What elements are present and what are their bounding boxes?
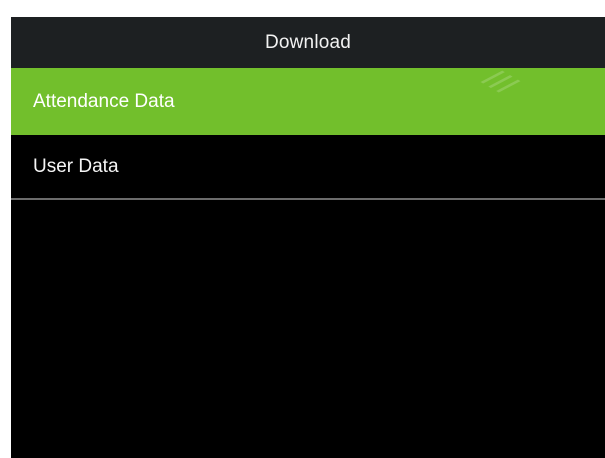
title-bar: Download: [11, 17, 605, 68]
menu-item-user-data[interactable]: User Data: [11, 135, 605, 200]
menu-item-attendance-data[interactable]: Attendance Data: [11, 68, 605, 135]
download-menu: Attendance Data User Data: [11, 68, 605, 200]
menu-item-label: Attendance Data: [33, 90, 175, 112]
menu-item-label: User Data: [33, 155, 119, 177]
page-title: Download: [264, 31, 352, 53]
device-screen: Download Attendance Data User Data ∕∕∕: [11, 17, 605, 458]
